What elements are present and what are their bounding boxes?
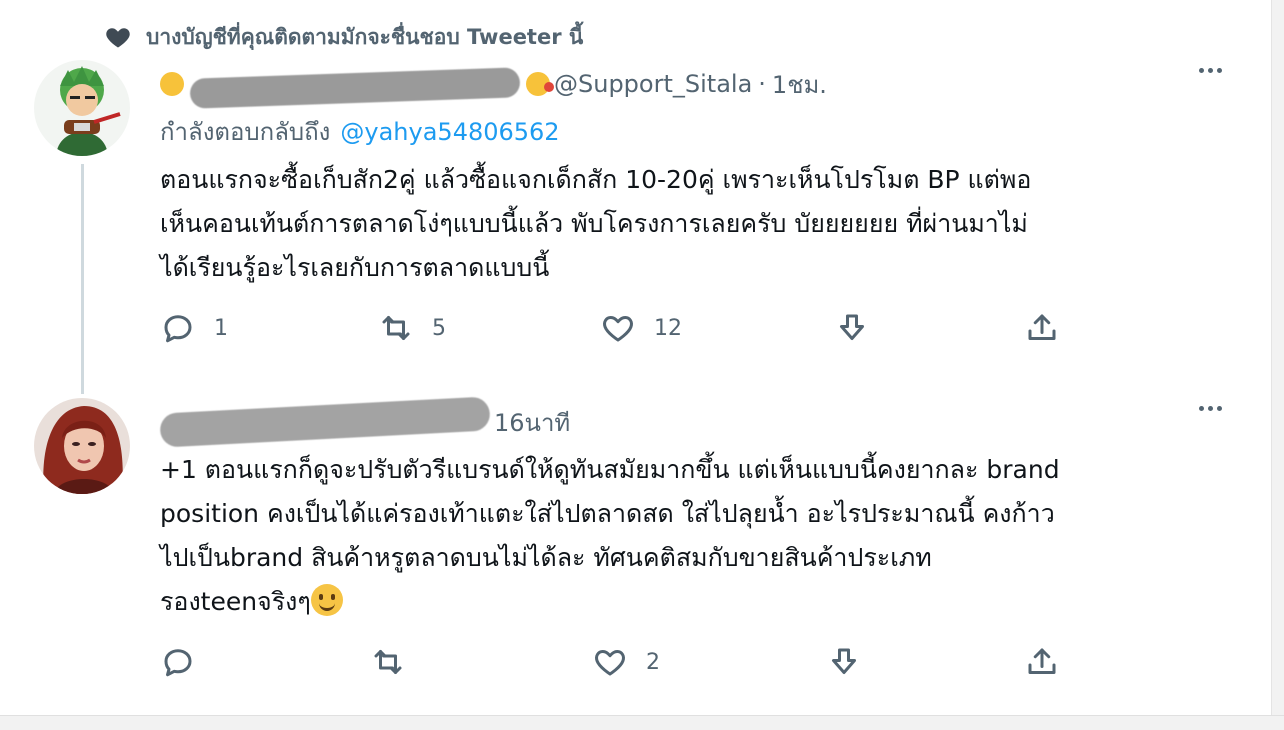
user-handle[interactable]: @Support_Sitala	[554, 70, 752, 98]
scrollbar-track[interactable]	[1271, 0, 1284, 730]
retweet-button[interactable]	[370, 644, 424, 680]
download-icon	[832, 648, 856, 674]
share-button[interactable]	[1024, 644, 1060, 680]
tweet-actions: 2	[160, 644, 1060, 684]
share-icon	[1028, 648, 1056, 674]
reply-count: 1	[214, 315, 228, 341]
retweet-icon	[382, 316, 410, 340]
smiling-face-emoji-icon	[310, 584, 343, 616]
display-name[interactable]	[159, 396, 491, 448]
bottom-edge	[0, 715, 1284, 730]
download-icon	[840, 314, 864, 340]
tweet-header: @Support_Sitala · 1ชม.	[160, 62, 1222, 109]
reply-icon	[164, 315, 192, 343]
thread-line	[81, 164, 84, 394]
more-icon[interactable]	[1199, 68, 1222, 73]
tweet[interactable]: 16นาที +1 ตอนแรกก็ดูจะปรับตัวรีแบรนด์ให้…	[0, 380, 1272, 712]
tweet[interactable]: @Support_Sitala · 1ชม. กำลังตอบกลับถึง @y…	[0, 56, 1272, 394]
reply-button[interactable]	[160, 644, 214, 680]
display-name[interactable]	[160, 65, 554, 109]
like-icon	[603, 316, 633, 342]
reply-label: กำลังตอบกลับถึง	[160, 118, 331, 146]
redacted-name	[189, 67, 521, 109]
reply-icon	[164, 649, 192, 677]
retweet-icon	[374, 650, 402, 674]
social-context-text: บางบัญชีที่คุณติดตามมักจะชื่นชอบ Tweeter…	[146, 24, 584, 49]
tweet-text: ตอนแรกจะซื้อเก็บสัก2คู่ แล้วซื้อแจกเด็กส…	[160, 165, 1032, 282]
retweet-count: 5	[432, 315, 446, 341]
avatar[interactable]	[34, 60, 130, 156]
timeline: บางบัญชีที่คุณติดตามมักจะชื่นชอบ Tweeter…	[0, 0, 1272, 718]
reply-context: กำลังตอบกลับถึง @yahya54806562	[160, 112, 560, 151]
like-button[interactable]: 12	[600, 310, 682, 346]
social-context: บางบัญชีที่คุณติดตามมักจะชื่นชอบ Tweeter…	[104, 20, 583, 54]
like-button[interactable]: 2	[592, 644, 660, 680]
like-count: 2	[646, 649, 660, 675]
share-icon	[1028, 314, 1056, 340]
reply-mention-link[interactable]: @yahya54806562	[340, 118, 559, 146]
more-icon[interactable]	[1199, 406, 1222, 411]
reply-button[interactable]: 1	[160, 310, 228, 346]
tweet-actions: 1 5 12	[160, 310, 1060, 350]
download-button[interactable]	[834, 310, 870, 346]
tweet-text: +1 ตอนแรกก็ดูจะปรับตัวรีแบรนด์ให้ดูทันสม…	[160, 448, 1220, 624]
redacted-name	[159, 396, 491, 448]
tweet-text-content: +1 ตอนแรกก็ดูจะปรับตัวรีแบรนด์ให้ดูทันสม…	[160, 455, 1060, 616]
emoji-icon	[526, 72, 554, 96]
heart-icon	[106, 28, 130, 48]
share-button[interactable]	[1024, 310, 1060, 346]
avatar[interactable]	[34, 398, 130, 494]
like-count: 12	[654, 315, 682, 341]
like-icon	[595, 650, 625, 676]
timestamp[interactable]: 16นาที	[494, 403, 570, 442]
emoji-icon	[160, 72, 184, 96]
tweet-header: 16นาที	[159, 396, 1222, 448]
separator: ·	[758, 70, 766, 98]
retweet-button[interactable]: 5	[378, 310, 446, 346]
timestamp[interactable]: 1ชม.	[772, 65, 827, 104]
download-button[interactable]	[826, 644, 862, 680]
